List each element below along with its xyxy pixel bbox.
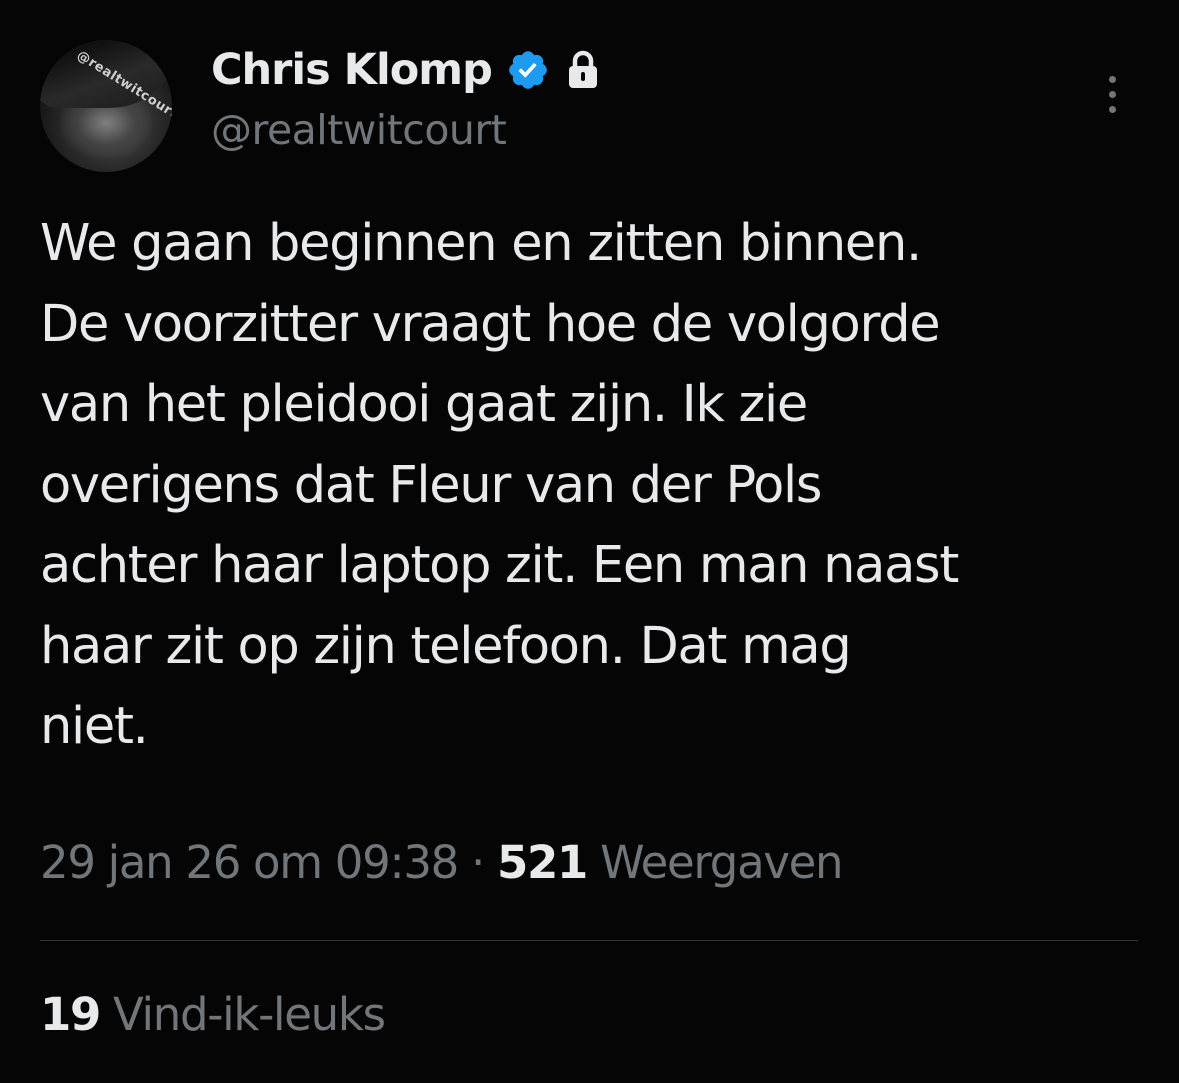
tweet[interactable]: @realtwitcourt Chris Klomp @realtwitcour… — [0, 0, 1179, 1083]
likes-stat[interactable]: 19 Vind-ik-leuks — [40, 988, 386, 1041]
tweet-timestamp[interactable]: 29 jan 26 om 09:38 — [40, 836, 459, 889]
more-options-icon[interactable] — [1100, 72, 1126, 118]
tweet-meta: 29 jan 26 om 09:38 · 521 Weergaven — [40, 836, 844, 889]
more-dot — [1109, 106, 1116, 113]
author-handle[interactable]: @realtwitcourt — [211, 106, 507, 154]
more-dot — [1109, 76, 1116, 83]
more-dot — [1109, 91, 1116, 98]
likes-count: 19 — [40, 988, 101, 1041]
author-display-name[interactable]: Chris Klomp — [211, 45, 493, 95]
divider — [40, 940, 1138, 941]
tweet-text: We gaan beginnen en zitten binnen. De vo… — [40, 214, 959, 756]
verified-badge-icon[interactable] — [506, 48, 550, 92]
likes-label: Vind-ik-leuks — [100, 988, 386, 1041]
views-count: 521 — [497, 836, 588, 889]
views-label: Weergaven — [587, 836, 844, 889]
lock-icon — [566, 50, 600, 90]
avatar[interactable]: @realtwitcourt — [40, 40, 172, 172]
meta-separator: · — [458, 836, 498, 889]
author-name-row: Chris Klomp — [211, 39, 600, 101]
